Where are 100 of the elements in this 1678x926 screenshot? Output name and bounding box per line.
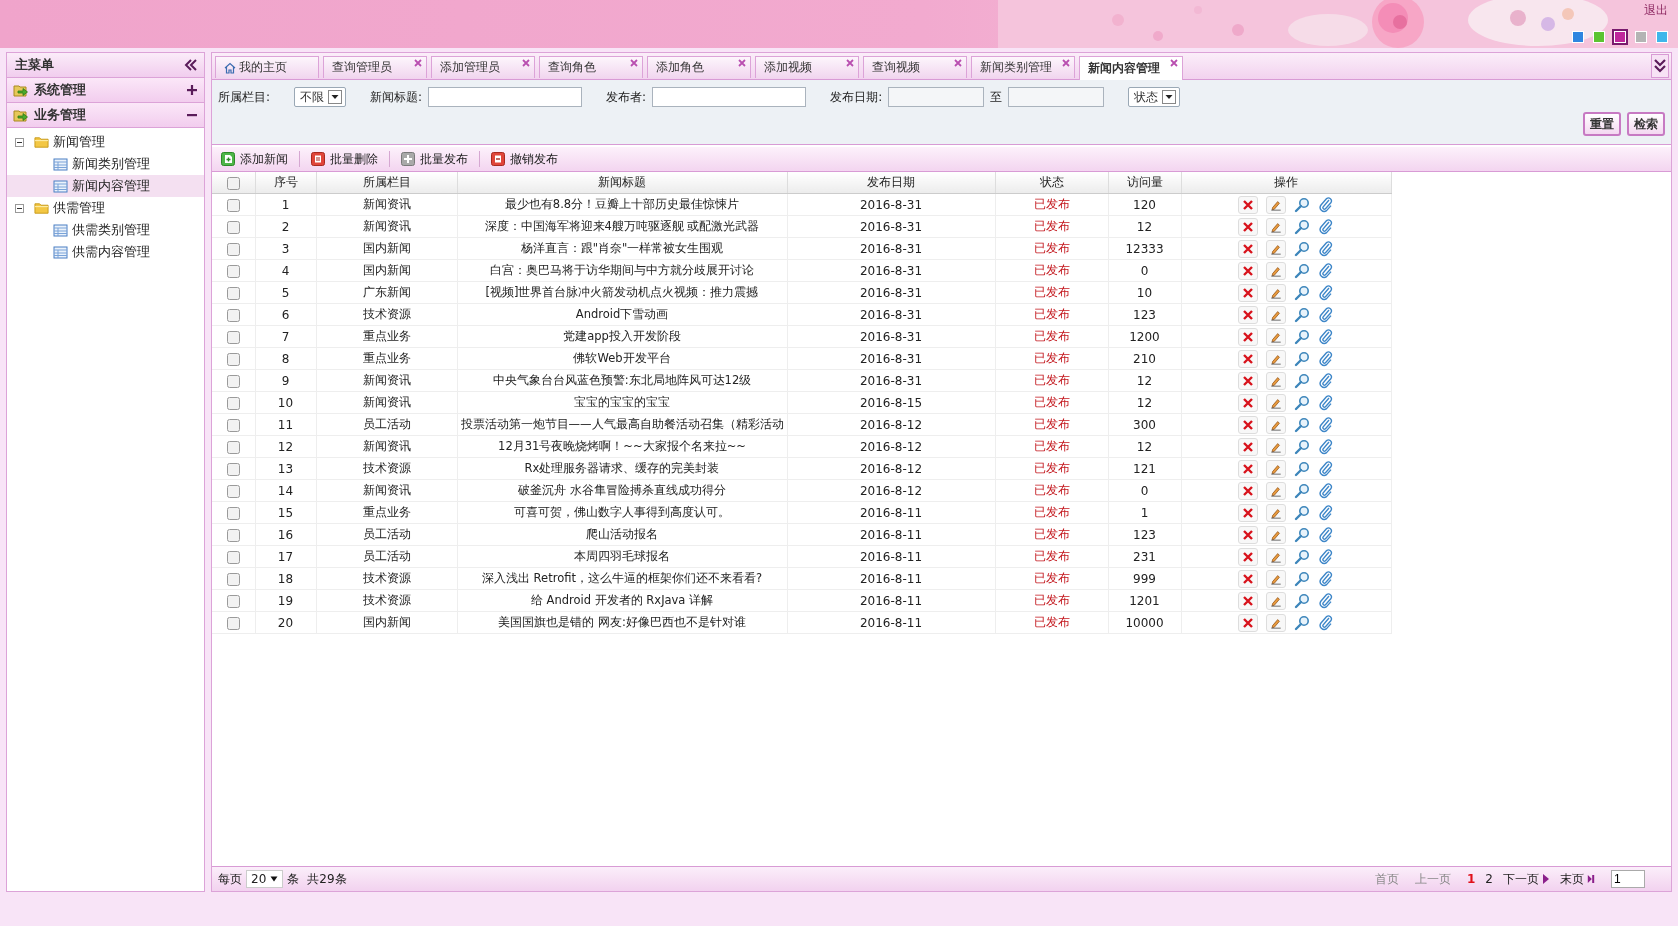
edit-button[interactable] bbox=[1266, 459, 1286, 478]
date-field[interactable] bbox=[1008, 87, 1105, 107]
tab[interactable]: 新闻内容管理 bbox=[1079, 56, 1183, 80]
search-icon[interactable] bbox=[1294, 482, 1310, 499]
edit-button[interactable] bbox=[1266, 393, 1286, 412]
paperclip-icon[interactable] bbox=[1318, 548, 1334, 565]
checkbox[interactable] bbox=[226, 418, 240, 432]
edit-button[interactable] bbox=[1266, 261, 1286, 280]
dropdown[interactable]: 状态 bbox=[1128, 87, 1181, 107]
toolbar-button[interactable]: 撤销发布 bbox=[488, 148, 561, 170]
collapse-tree-icon[interactable] bbox=[15, 137, 24, 147]
tree-item[interactable]: 新闻管理 bbox=[53, 133, 105, 151]
search-icon[interactable] bbox=[1294, 306, 1310, 323]
delete-button[interactable] bbox=[1238, 481, 1258, 500]
delete-button[interactable] bbox=[1238, 415, 1258, 434]
edit-button[interactable] bbox=[1266, 525, 1286, 544]
delete-button[interactable] bbox=[1238, 371, 1258, 390]
delete-button[interactable] bbox=[1238, 525, 1258, 544]
search-icon[interactable] bbox=[1294, 328, 1310, 345]
filter-button[interactable]: 重置 bbox=[1583, 112, 1621, 136]
edit-button[interactable] bbox=[1266, 327, 1286, 346]
search-icon[interactable] bbox=[1294, 394, 1310, 411]
close-icon[interactable] bbox=[846, 59, 854, 67]
search-icon[interactable] bbox=[1294, 570, 1310, 587]
tab[interactable]: 新闻类别管理 bbox=[971, 56, 1075, 78]
checkbox[interactable] bbox=[226, 176, 240, 190]
paperclip-icon[interactable] bbox=[1318, 262, 1334, 279]
search-icon[interactable] bbox=[1294, 372, 1310, 389]
checkbox[interactable] bbox=[226, 352, 240, 366]
paperclip-icon[interactable] bbox=[1318, 350, 1334, 367]
menu-section[interactable]: 系统管理 bbox=[7, 78, 204, 103]
delete-button[interactable] bbox=[1238, 217, 1258, 236]
edit-button[interactable] bbox=[1266, 283, 1286, 302]
tab[interactable]: 添加管理员 bbox=[431, 56, 535, 78]
checkbox[interactable] bbox=[226, 264, 240, 278]
search-icon[interactable] bbox=[1294, 240, 1310, 257]
paperclip-icon[interactable] bbox=[1318, 482, 1334, 499]
checkbox[interactable] bbox=[226, 594, 240, 608]
delete-button[interactable] bbox=[1238, 569, 1258, 588]
search-icon[interactable] bbox=[1294, 218, 1310, 235]
paperclip-icon[interactable] bbox=[1318, 570, 1334, 587]
tree-item[interactable]: 供需内容管理 bbox=[7, 241, 204, 263]
tab[interactable]: 我的主页 bbox=[215, 56, 319, 78]
chevron-down-icon[interactable] bbox=[1651, 54, 1669, 78]
page-input[interactable]: 1 bbox=[1611, 870, 1645, 888]
tab[interactable]: 添加角色 bbox=[647, 56, 751, 78]
search-icon[interactable] bbox=[1294, 416, 1310, 433]
page-number[interactable]: 1 bbox=[1467, 872, 1476, 886]
edit-button[interactable] bbox=[1266, 569, 1286, 588]
checkbox[interactable] bbox=[226, 220, 240, 234]
delete-button[interactable] bbox=[1238, 261, 1258, 280]
tab[interactable]: 查询视频 bbox=[863, 56, 967, 78]
column-header[interactable]: 访问量 bbox=[1108, 172, 1181, 194]
edit-button[interactable] bbox=[1266, 591, 1286, 610]
checkbox[interactable] bbox=[226, 440, 240, 454]
edit-button[interactable] bbox=[1266, 239, 1286, 258]
paperclip-icon[interactable] bbox=[1318, 306, 1334, 323]
column-header[interactable]: 状态 bbox=[995, 172, 1108, 194]
logout-link[interactable]: 退出 bbox=[1644, 2, 1668, 19]
close-icon[interactable] bbox=[738, 59, 746, 67]
collapse-tree-icon[interactable] bbox=[15, 203, 24, 213]
delete-button[interactable] bbox=[1238, 305, 1258, 324]
column-header[interactable]: 操作 bbox=[1181, 172, 1391, 194]
delete-button[interactable] bbox=[1238, 283, 1258, 302]
search-icon[interactable] bbox=[1294, 196, 1310, 213]
search-icon[interactable] bbox=[1294, 504, 1310, 521]
paperclip-icon[interactable] bbox=[1318, 614, 1334, 631]
tab[interactable]: 查询角色 bbox=[539, 56, 643, 78]
search-icon[interactable] bbox=[1294, 614, 1310, 631]
tree-item[interactable]: 供需管理 bbox=[53, 199, 105, 217]
collapse-icon[interactable] bbox=[184, 59, 198, 71]
checkbox[interactable] bbox=[226, 330, 240, 344]
date-field[interactable] bbox=[888, 87, 985, 107]
edit-button[interactable] bbox=[1266, 371, 1286, 390]
checkbox[interactable] bbox=[226, 506, 240, 520]
delete-button[interactable] bbox=[1238, 393, 1258, 412]
edit-button[interactable] bbox=[1266, 305, 1286, 324]
theme-swatch[interactable] bbox=[1656, 31, 1668, 43]
paperclip-icon[interactable] bbox=[1318, 592, 1334, 609]
filter-button[interactable]: 检索 bbox=[1627, 112, 1665, 136]
page-number[interactable]: 2 bbox=[1485, 872, 1493, 886]
paperclip-icon[interactable] bbox=[1318, 284, 1334, 301]
checkbox[interactable] bbox=[226, 462, 240, 476]
delete-button[interactable] bbox=[1238, 503, 1258, 522]
edit-button[interactable] bbox=[1266, 415, 1286, 434]
toolbar-button[interactable]: 批量发布 bbox=[398, 148, 471, 170]
checkbox[interactable] bbox=[226, 616, 240, 630]
input-field[interactable] bbox=[428, 87, 583, 107]
checkbox[interactable] bbox=[226, 308, 240, 322]
toolbar-button[interactable]: 添加新闻 bbox=[218, 148, 291, 170]
tree-item[interactable]: 新闻内容管理 bbox=[7, 175, 204, 197]
paperclip-icon[interactable] bbox=[1318, 240, 1334, 257]
checkbox[interactable] bbox=[226, 286, 240, 300]
search-icon[interactable] bbox=[1294, 460, 1310, 477]
checkbox[interactable] bbox=[226, 374, 240, 388]
theme-swatch[interactable] bbox=[1635, 31, 1647, 43]
delete-button[interactable] bbox=[1238, 239, 1258, 258]
page-size-dropdown[interactable]: 20 bbox=[246, 870, 284, 888]
tab[interactable]: 查询管理员 bbox=[323, 56, 427, 78]
close-icon[interactable] bbox=[1062, 59, 1070, 67]
